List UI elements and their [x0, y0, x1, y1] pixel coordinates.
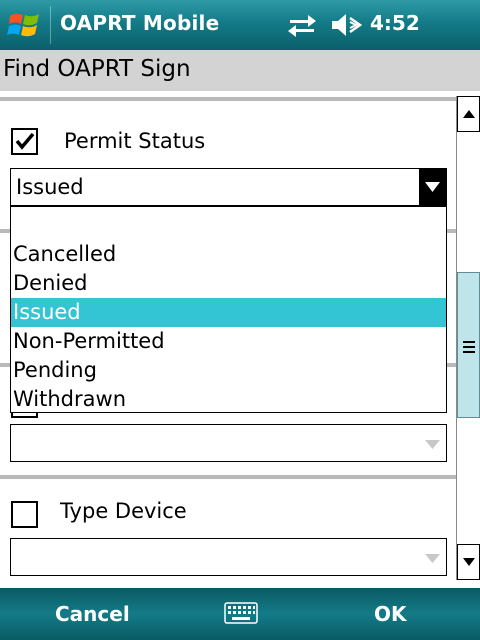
dropdown-arrow-icon [425, 554, 440, 563]
permit-status-dropdown-list[interactable]: Cancelled Denied Issued Non-Permitted Pe… [10, 206, 447, 413]
scroll-up-button[interactable] [457, 96, 480, 132]
dropdown-option-issued[interactable]: Issued [11, 298, 446, 327]
windows-start-icon[interactable] [6, 6, 44, 44]
dropdown-option-cancelled[interactable]: Cancelled [11, 240, 446, 269]
keyboard-icon[interactable] [224, 602, 258, 624]
hidden-field-select[interactable] [10, 424, 447, 462]
permit-status-checkbox[interactable] [11, 128, 38, 155]
dropdown-arrow-icon[interactable] [419, 169, 446, 205]
softkey-bar: Cancel OK [0, 588, 480, 640]
section-divider [0, 97, 456, 101]
connectivity-icon[interactable] [286, 12, 318, 38]
arrow-down-icon [463, 558, 475, 566]
dropdown-option-withdrawn[interactable]: Withdrawn [11, 385, 446, 414]
dropdown-option-pending[interactable]: Pending [11, 356, 446, 385]
permit-status-select[interactable]: Issued [10, 168, 447, 206]
permit-status-label: Permit Status [64, 129, 206, 153]
dropdown-arrow-icon [425, 440, 440, 449]
dropdown-option-denied[interactable]: Denied [11, 269, 446, 298]
status-bar: OAPRT Mobile 4:52 [0, 0, 480, 50]
permit-status-value: Issued [16, 175, 84, 199]
checkmark-icon [15, 132, 35, 150]
title-bar: Find OAPRT Sign [0, 50, 480, 91]
cancel-softkey[interactable]: Cancel [55, 602, 130, 626]
scroll-thumb[interactable] [457, 272, 480, 418]
volume-muted-icon[interactable] [330, 11, 363, 39]
scroll-down-button[interactable] [457, 544, 480, 580]
section-divider [0, 475, 456, 479]
vertical-scrollbar[interactable] [456, 96, 480, 580]
ok-softkey[interactable]: OK [374, 602, 407, 626]
app-title: OAPRT Mobile [60, 11, 220, 35]
type-device-select[interactable] [10, 538, 447, 576]
arrow-up-icon [463, 110, 475, 118]
type-device-checkbox[interactable] [11, 501, 38, 528]
page-title: Find OAPRT Sign [3, 56, 191, 82]
grip-icon [463, 341, 475, 356]
status-divider [50, 6, 51, 44]
dropdown-option-non-permitted[interactable]: Non-Permitted [11, 327, 446, 356]
type-device-label: Type Device [60, 499, 187, 523]
clock: 4:52 [370, 11, 420, 35]
